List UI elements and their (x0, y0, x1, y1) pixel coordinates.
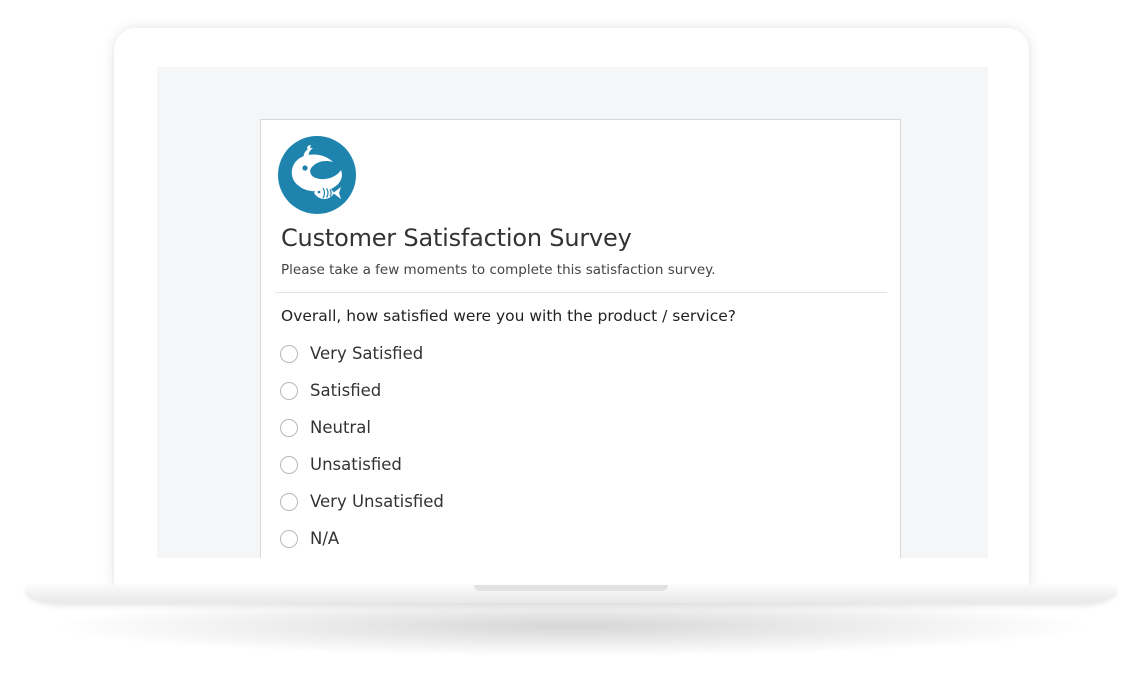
option-unsatisfied[interactable]: Unsatisfied (280, 446, 444, 483)
option-neutral[interactable]: Neutral (280, 409, 444, 446)
laptop-shadow (60, 596, 1084, 656)
radio-button[interactable] (280, 455, 298, 474)
radio-button[interactable] (280, 381, 298, 400)
option-label: Very Unsatisfied (310, 492, 444, 511)
laptop-base-notch (474, 585, 668, 591)
option-very-unsatisfied[interactable]: Very Unsatisfied (280, 483, 444, 520)
option-satisfied[interactable]: Satisfied (280, 372, 444, 409)
option-label: Unsatisfied (310, 455, 402, 474)
laptop-mockup: Customer Satisfaction Survey Please take… (0, 0, 1144, 700)
radio-button[interactable] (280, 418, 298, 437)
option-na[interactable]: N/A (280, 520, 444, 557)
question-text: Overall, how satisfied were you with the… (281, 307, 736, 325)
option-label: Very Satisfied (310, 344, 424, 363)
option-label: N/A (310, 529, 340, 548)
survey-form: Customer Satisfaction Survey Please take… (260, 119, 901, 558)
radio-button[interactable] (280, 344, 298, 363)
option-label: Neutral (310, 418, 371, 437)
wave-fish-logo-icon (278, 136, 356, 214)
laptop-screen: Customer Satisfaction Survey Please take… (157, 67, 988, 558)
radio-button[interactable] (280, 492, 298, 511)
survey-title: Customer Satisfaction Survey (281, 224, 632, 252)
section-divider (275, 292, 887, 293)
radio-button[interactable] (280, 529, 298, 548)
option-label: Satisfied (310, 381, 382, 400)
answer-options: Very Satisfied Satisfied Neutral Unsatis… (280, 335, 444, 557)
survey-description: Please take a few moments to complete th… (281, 262, 716, 278)
option-very-satisfied[interactable]: Very Satisfied (280, 335, 444, 372)
